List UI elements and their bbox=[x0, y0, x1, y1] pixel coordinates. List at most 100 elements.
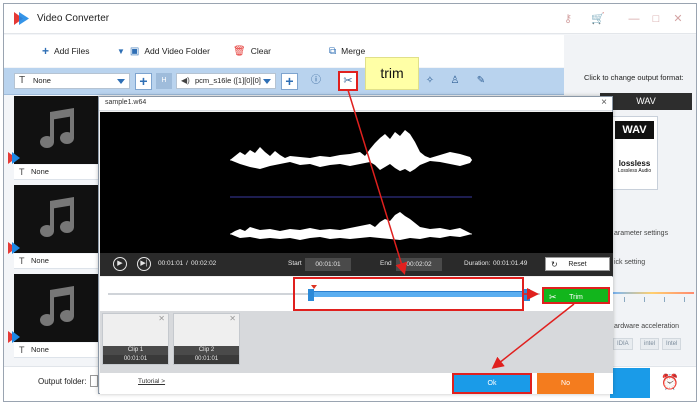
start-time-input[interactable]: 00:01:01 bbox=[305, 258, 351, 271]
intel-chip[interactable]: intel bbox=[640, 338, 660, 350]
text-icon: T bbox=[19, 75, 26, 86]
total-time: 00:02:02 bbox=[191, 260, 217, 267]
merge-icon: ⧉ bbox=[329, 45, 337, 57]
no-button[interactable]: No bbox=[537, 373, 594, 394]
nvidia-chip[interactable]: IDIA bbox=[613, 338, 633, 350]
plus-icon: + bbox=[42, 44, 50, 58]
end-time-input[interactable]: 00:02:02 bbox=[396, 258, 442, 271]
trim-callout: trim bbox=[365, 57, 419, 90]
parameter-settings-link[interactable]: arameter settings bbox=[614, 230, 668, 237]
output-folder-field[interactable] bbox=[90, 375, 98, 387]
key-icon[interactable]: ⚷ bbox=[560, 11, 576, 27]
file-subtitle-row[interactable]: T None bbox=[14, 343, 98, 358]
stamp-icon[interactable]: ♙ bbox=[447, 73, 463, 89]
add-files-button[interactable]: + Add Files bbox=[42, 43, 89, 59]
scissors-icon: ✂ bbox=[549, 292, 557, 302]
trim-label: Trim bbox=[569, 294, 583, 301]
trim-button[interactable]: ✂ Trim bbox=[542, 287, 610, 304]
text-icon: T bbox=[19, 345, 25, 355]
refresh-icon: ↻ bbox=[551, 260, 558, 269]
dialog-title: sample1.w64 bbox=[105, 99, 147, 106]
hint-icon[interactable]: H bbox=[156, 73, 172, 89]
file-thumbnail[interactable] bbox=[14, 185, 98, 253]
file-subtitle-row[interactable]: T None bbox=[14, 165, 98, 180]
end-label: End bbox=[380, 260, 392, 267]
timeline-highlight-box bbox=[293, 277, 524, 311]
info-icon[interactable]: ⓘ bbox=[308, 73, 324, 89]
clear-label: Clear bbox=[250, 46, 272, 56]
text-icon: T bbox=[19, 167, 25, 177]
folder-icon: ▣ bbox=[129, 45, 140, 57]
dialog-title-bar: sample1.w64 × bbox=[99, 97, 612, 111]
main-toolbar: + Add Files ▼ ▣ Add Video Folder 🗑 Clear… bbox=[4, 35, 564, 67]
clear-button[interactable]: 🗑 Clear bbox=[233, 43, 271, 59]
add-audio-button[interactable]: + bbox=[281, 73, 298, 90]
start-label: Start bbox=[288, 260, 302, 267]
reset-button[interactable]: ↻ Reset bbox=[545, 257, 610, 271]
ok-button[interactable]: Ok bbox=[452, 373, 532, 394]
add-files-label: Add Files bbox=[54, 46, 90, 56]
intel-chip[interactable]: Intel bbox=[662, 338, 682, 350]
merge-button[interactable]: ⧉ Merge bbox=[329, 43, 365, 59]
speaker-icon: ◀) bbox=[181, 76, 190, 85]
run-button[interactable] bbox=[610, 368, 650, 398]
clip-name: Clip 2 bbox=[174, 346, 239, 355]
close-icon[interactable]: × bbox=[601, 97, 607, 108]
scissors-icon[interactable]: ✂ bbox=[338, 71, 358, 91]
output-format-card[interactable]: WAV lossless Lossless Audio bbox=[610, 116, 658, 190]
file-subtitle-value: None bbox=[31, 167, 49, 176]
slider-tick bbox=[684, 297, 685, 302]
add-video-folder-label: Add Video Folder bbox=[144, 46, 210, 56]
file-subtitle-row[interactable]: T None bbox=[14, 254, 98, 269]
output-format-name: WAV bbox=[600, 93, 692, 110]
time-separator: / bbox=[186, 260, 188, 267]
clip-duration: 00:01:01 bbox=[103, 355, 168, 364]
slider-tick bbox=[624, 297, 625, 302]
clip-card[interactable]: ✕ Clip 2 00:01:01 bbox=[173, 313, 240, 365]
minimize-icon[interactable]: — bbox=[626, 11, 642, 27]
alarm-clock-icon[interactable]: ⏰ bbox=[659, 372, 681, 394]
quick-setting-label: ick setting bbox=[614, 259, 646, 266]
dropdown-arrow-icon: ▼ bbox=[117, 46, 125, 56]
clip-card[interactable]: ✕ Clip 1 00:01:01 bbox=[102, 313, 169, 365]
play-icon[interactable]: ▶ bbox=[113, 257, 127, 271]
close-window-icon[interactable]: ✕ bbox=[670, 11, 686, 27]
lossless-sub: Lossless Audio bbox=[617, 168, 652, 174]
slider-tick bbox=[664, 297, 665, 302]
file-subtitle-value: None bbox=[31, 256, 49, 265]
quality-slider[interactable] bbox=[610, 292, 694, 294]
clip-duration: 00:01:01 bbox=[174, 355, 239, 364]
tutorial-link[interactable]: Tutorial > bbox=[138, 378, 165, 385]
current-time: 00:01:01 bbox=[158, 260, 184, 267]
subtitle-select[interactable]: T None bbox=[14, 73, 130, 89]
reset-label: Reset bbox=[568, 261, 587, 268]
app-logo-icon bbox=[8, 331, 20, 343]
file-thumbnail[interactable] bbox=[14, 96, 98, 164]
add-video-folder-button[interactable]: ▼ ▣ Add Video Folder bbox=[117, 43, 210, 59]
app-logo-icon bbox=[14, 12, 29, 25]
trash-icon: 🗑 bbox=[233, 45, 246, 57]
app-logo-icon bbox=[8, 152, 20, 164]
close-icon[interactable]: ✕ bbox=[229, 314, 236, 323]
pen-icon[interactable]: ✎ bbox=[473, 73, 489, 89]
app-title: Video Converter bbox=[37, 13, 110, 24]
audio-track-value: pcm_s16le ([1][0][0] bbox=[195, 76, 261, 85]
clip-name: Clip 1 bbox=[103, 346, 168, 355]
duration-label: Duration: bbox=[464, 260, 491, 267]
cart-icon[interactable]: 🛒 bbox=[590, 11, 606, 27]
options-bar: T None + H ◀) pcm_s16le ([1][0][0] + ⓘ ✧… bbox=[4, 68, 564, 95]
magic-wand-icon[interactable]: ✧ bbox=[422, 73, 438, 89]
add-subtitle-button[interactable]: + bbox=[135, 73, 152, 90]
file-thumbnail[interactable] bbox=[14, 274, 98, 342]
waveform-preview bbox=[100, 112, 613, 253]
app-logo-icon bbox=[8, 242, 20, 254]
end-handle[interactable] bbox=[524, 289, 531, 301]
file-subtitle-value: None bbox=[31, 345, 49, 354]
hardware-acceleration-label: ardware acceleration bbox=[614, 323, 679, 330]
maximize-icon[interactable]: □ bbox=[648, 11, 664, 27]
audio-track-select[interactable]: ◀) pcm_s16le ([1][0][0] bbox=[176, 73, 276, 89]
music-note-icon bbox=[40, 286, 74, 326]
close-icon[interactable]: ✕ bbox=[158, 314, 165, 323]
lossless-word: lossless bbox=[618, 159, 651, 168]
step-forward-icon[interactable]: ▶| bbox=[137, 257, 151, 271]
